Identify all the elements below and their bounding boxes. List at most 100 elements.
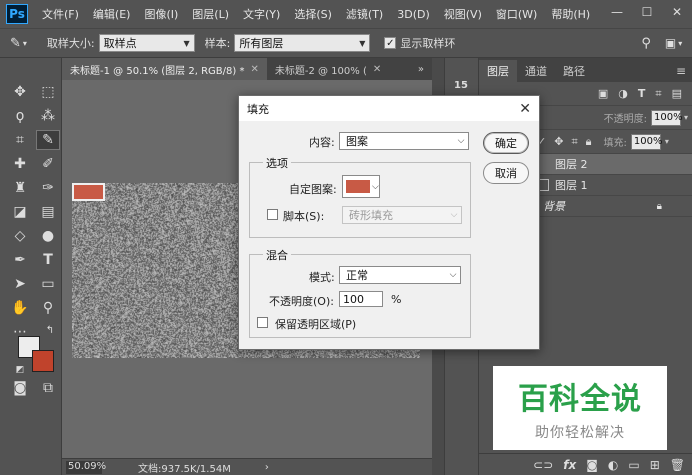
quick-mask-icon[interactable]: ◙: [8, 378, 32, 398]
tab-channels[interactable]: 通道: [517, 60, 555, 82]
sample-select[interactable]: 所有图层 ▼: [234, 34, 371, 52]
menu-image[interactable]: 图像(I): [144, 6, 178, 22]
default-colors-icon[interactable]: ◩: [8, 360, 32, 380]
hand-tool-icon[interactable]: ✋: [8, 298, 32, 318]
zoom-tool-icon[interactable]: ⚲: [36, 298, 60, 318]
folder-icon[interactable]: ▭: [628, 458, 639, 472]
pattern-swatch: [346, 180, 370, 193]
maximize-button[interactable]: ☐: [632, 0, 662, 24]
healing-brush-tool-icon[interactable]: ✚: [8, 154, 32, 174]
clone-stamp-tool-icon[interactable]: ♜: [8, 178, 32, 198]
history-panel-icon[interactable]: 15: [454, 80, 470, 94]
menu-help[interactable]: 帮助(H): [551, 6, 590, 22]
close-icon[interactable]: ✕: [373, 64, 381, 75]
blur-tool-icon[interactable]: ◇: [8, 226, 32, 246]
tab-document-1[interactable]: 未标题-1 @ 50.1% (图层 2, RGB/8) * ✕: [62, 58, 267, 80]
menu-view[interactable]: 视图(V): [444, 6, 482, 22]
dialog-titlebar[interactable]: 填充 ✕: [239, 96, 539, 121]
opacity-label: 不透明度(O):: [269, 295, 334, 308]
screen-mode-icon[interactable]: ⧉: [36, 378, 60, 398]
tab-layers[interactable]: 图层: [479, 60, 517, 82]
status-menu-arrow-icon[interactable]: ›: [265, 462, 269, 473]
adjustment-icon[interactable]: ◐: [608, 458, 618, 472]
options-bar: ✎ ▾ 取样大小: 取样点 ▼ 样本: 所有图层 ▼ ✓ 显示取样环 ⚲ ▣ ▾: [0, 28, 692, 58]
mask-icon[interactable]: ◙: [586, 458, 598, 472]
tab-document-1-title: 未标题-1 @ 50.1% (图层 2, RGB/8) *: [70, 65, 245, 77]
dodge-tool-icon[interactable]: ●: [36, 226, 60, 246]
sample-size-select[interactable]: 取样点 ▼: [98, 34, 195, 52]
crop-tool-icon[interactable]: ⌗: [8, 130, 32, 150]
lock-artboard-icon[interactable]: ⌗: [571, 135, 577, 149]
chevron-down-icon: ▼: [359, 38, 366, 48]
show-ring-checkbox[interactable]: ✓: [384, 37, 397, 49]
filter-smart-object-icon[interactable]: ▤: [672, 87, 682, 100]
cancel-button[interactable]: 取消: [483, 162, 529, 184]
zoom-level-field[interactable]: 50.09%: [66, 460, 106, 474]
tool-preset-eyedropper-icon[interactable]: ✎: [10, 36, 21, 51]
menu-filter[interactable]: 滤镜(T): [346, 6, 383, 22]
filter-image-icon[interactable]: ▣: [598, 87, 608, 100]
eraser-tool-icon[interactable]: ◪: [8, 202, 32, 222]
opacity-input[interactable]: 100: [339, 291, 383, 307]
workspace-icon[interactable]: ▣: [665, 36, 676, 50]
minimize-button[interactable]: —: [602, 0, 632, 24]
history-brush-tool-icon[interactable]: ✑: [36, 178, 60, 198]
type-tool-icon[interactable]: T: [36, 250, 60, 270]
preserve-transparency-checkbox[interactable]: [257, 317, 268, 328]
link-icon[interactable]: ⊂⊃: [533, 458, 553, 472]
move-tool-icon[interactable]: ✥: [8, 82, 32, 102]
menu-window[interactable]: 窗口(W): [496, 6, 537, 22]
menu-layer[interactable]: 图层(L): [192, 6, 229, 22]
magic-wand-tool-icon[interactable]: ⁂: [36, 106, 60, 126]
pen-tool-icon[interactable]: ✒: [8, 250, 32, 270]
fill-arrow-icon[interactable]: ▾: [665, 137, 669, 146]
opacity-arrow-icon[interactable]: ▾: [684, 113, 688, 122]
pattern-sample-patch: [72, 183, 105, 201]
path-selection-tool-icon[interactable]: ➤: [8, 274, 32, 294]
tab-paths[interactable]: 路径: [555, 60, 593, 82]
lasso-tool-icon[interactable]: ϙ: [8, 106, 32, 126]
menu-3d[interactable]: 3D(D): [397, 8, 430, 21]
new-layer-icon[interactable]: ⊞: [650, 458, 660, 472]
tab-overflow-icon[interactable]: »: [410, 58, 432, 80]
close-icon[interactable]: ✕: [519, 101, 531, 117]
swap-colors-icon[interactable]: ↰: [38, 320, 62, 340]
tool-preset-arrow-icon[interactable]: ▾: [23, 39, 27, 48]
panel-menu-icon[interactable]: ≡: [676, 64, 686, 78]
filter-type-icon[interactable]: T: [638, 87, 646, 100]
close-icon[interactable]: ✕: [250, 64, 258, 75]
blend-group-title: 混合: [263, 247, 291, 263]
search-icon[interactable]: ⚲: [641, 36, 651, 51]
workspace-arrow-icon[interactable]: ▾: [678, 39, 682, 48]
lock-position-icon[interactable]: ✥: [554, 135, 563, 148]
opacity-input[interactable]: 100%: [650, 109, 683, 126]
filter-shape-icon[interactable]: ⌗: [655, 87, 661, 101]
script-select[interactable]: 砖形填充 ⌵: [342, 206, 462, 224]
custom-pattern-picker[interactable]: ⌵: [342, 175, 380, 198]
trash-icon[interactable]: 🗑︎: [670, 458, 685, 472]
eyedropper-tool-icon[interactable]: ✎: [36, 130, 60, 150]
tab-document-2-title: 未标题-2 @ 100% (: [274, 65, 367, 77]
layer-thumbnail-icon: [539, 179, 549, 191]
tab-document-2[interactable]: 未标题-2 @ 100% ( ✕: [267, 58, 389, 80]
watermark-subtitle: 助你轻松解决: [535, 425, 625, 441]
menu-edit[interactable]: 编辑(E): [93, 6, 131, 22]
content-select[interactable]: 图案 ⌵: [339, 132, 469, 150]
ok-button[interactable]: 确定: [483, 132, 529, 154]
menu-type[interactable]: 文字(Y): [243, 6, 280, 22]
filter-adjustment-icon[interactable]: ◑: [618, 87, 628, 100]
marquee-tool-icon[interactable]: ⬚: [36, 82, 60, 102]
mode-select[interactable]: 正常 ⌵: [339, 266, 461, 284]
lock-all-icon[interactable]: 🔒︎: [586, 135, 592, 149]
fill-input[interactable]: 100%: [630, 133, 662, 150]
gradient-tool-icon[interactable]: ▤: [36, 202, 60, 222]
close-window-button[interactable]: ✕: [662, 0, 692, 24]
menu-file[interactable]: 文件(F): [42, 6, 79, 22]
brush-tool-icon[interactable]: ✐: [36, 154, 60, 174]
script-label: 脚本(S):: [283, 210, 325, 223]
background-color-swatch[interactable]: [32, 350, 54, 372]
fx-icon[interactable]: fx: [563, 458, 576, 472]
script-checkbox[interactable]: [267, 209, 278, 220]
menu-select[interactable]: 选择(S): [294, 6, 332, 22]
rectangle-tool-icon[interactable]: ▭: [36, 274, 60, 294]
